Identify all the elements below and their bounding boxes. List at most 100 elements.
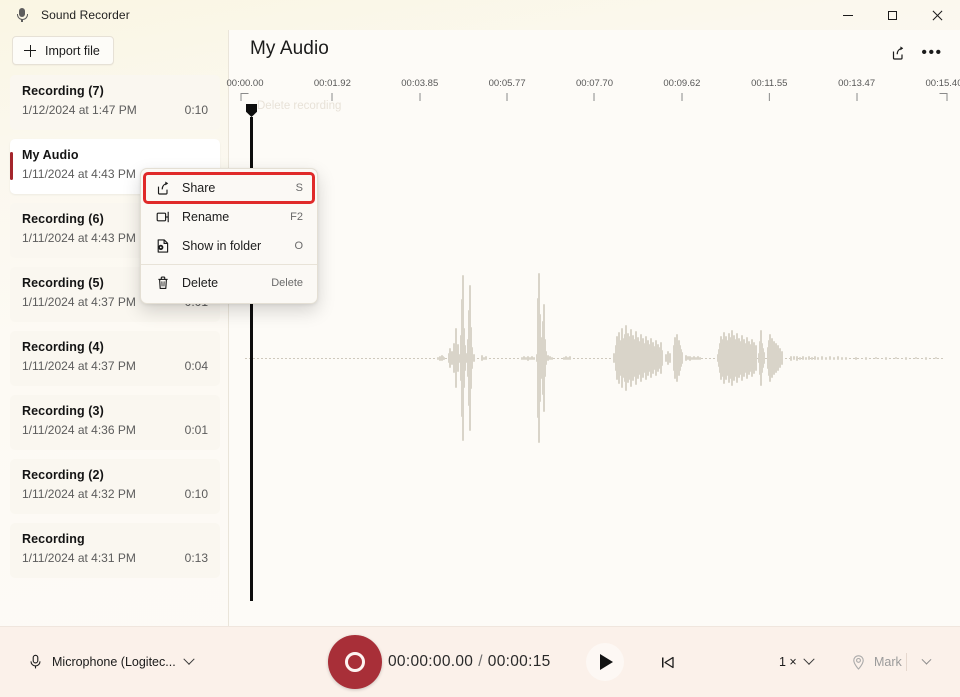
waveform-bar bbox=[793, 356, 795, 360]
share-icon bbox=[154, 180, 171, 196]
trash-icon bbox=[154, 275, 171, 291]
recording-date: 1/11/2024 at 4:32 PM bbox=[22, 487, 136, 501]
close-icon bbox=[932, 10, 943, 21]
context-menu-item-show-in-folder[interactable]: Show in folderO bbox=[145, 232, 313, 260]
waveform-bar bbox=[811, 357, 813, 360]
recording-name: Recording bbox=[22, 532, 208, 546]
transport-bar: Microphone (Logitec... 00:00:00.00 / 00:00… bbox=[0, 626, 960, 697]
recording-name: Recording (3) bbox=[22, 404, 208, 418]
playback-speed-control[interactable]: 1 × bbox=[772, 648, 820, 676]
recording-list-item[interactable]: Recording1/11/2024 at 4:31 PM0:13 bbox=[10, 523, 220, 578]
ruler-tick-label: 00:01.92 bbox=[314, 78, 351, 89]
recording-list-item[interactable]: Recording (3)1/11/2024 at 4:36 PM0:01 bbox=[10, 395, 220, 450]
recording-list-item[interactable]: Recording (2)1/11/2024 at 4:32 PM0:10 bbox=[10, 459, 220, 514]
waveform-bar bbox=[808, 356, 810, 360]
waveform-bar bbox=[841, 357, 843, 360]
context-menu-item-rename[interactable]: RenameF2 bbox=[145, 203, 313, 231]
recording-duration: 0:01 bbox=[185, 423, 208, 437]
context-menu-item-label: Rename bbox=[182, 210, 290, 224]
maximize-button[interactable] bbox=[870, 0, 915, 30]
playhead-handle[interactable] bbox=[246, 104, 257, 117]
delete-recording-tooltip: Delete recording bbox=[257, 100, 341, 112]
record-icon bbox=[345, 652, 365, 672]
current-time: 00:00:00.00 bbox=[388, 653, 473, 670]
waveform-bar bbox=[661, 350, 663, 366]
waveform-bar bbox=[895, 357, 897, 359]
waveform-bar bbox=[796, 356, 798, 361]
context-menu-item-shortcut: Delete bbox=[271, 277, 303, 289]
minimize-icon bbox=[843, 15, 853, 16]
waveform-bar bbox=[845, 357, 847, 360]
sound-recorder-window: Sound Recorder Import file Recording (7)… bbox=[0, 0, 960, 697]
context-menu-item-label: Share bbox=[182, 181, 296, 195]
page-title: My Audio bbox=[250, 38, 329, 60]
playback-speed-label: 1 × bbox=[779, 655, 797, 669]
playhead[interactable] bbox=[246, 104, 257, 117]
microphone-icon bbox=[14, 7, 30, 23]
play-icon bbox=[600, 654, 613, 670]
main-panel: My Audio ••• 00:00.0000:01.9200:03.8500:… bbox=[229, 30, 960, 626]
context-menu-item-share[interactable]: ShareS bbox=[145, 174, 313, 202]
waveform-bar bbox=[681, 352, 683, 364]
maximize-icon bbox=[888, 11, 897, 20]
waveform-bar bbox=[837, 356, 839, 360]
recording-meta: 1/11/2024 at 4:32 PM0:10 bbox=[22, 487, 208, 501]
waveform-bar bbox=[551, 357, 553, 360]
waveform-bar bbox=[885, 357, 887, 360]
context-menu-item-shortcut: O bbox=[294, 240, 303, 252]
play-button[interactable] bbox=[586, 643, 624, 681]
context-menu-item-delete[interactable]: DeleteDelete bbox=[145, 269, 313, 297]
recording-duration: 0:04 bbox=[185, 359, 208, 373]
recording-date: 1/11/2024 at 4:43 PM bbox=[22, 167, 136, 181]
microphone-selector[interactable]: Microphone (Logitec... bbox=[20, 647, 201, 677]
window-controls bbox=[825, 0, 960, 30]
waveform-bar bbox=[905, 357, 907, 360]
total-time: 00:00:15 bbox=[488, 653, 551, 670]
ruler-tick-label: 00:09.62 bbox=[663, 78, 700, 89]
recording-list-item[interactable]: Recording (4)1/11/2024 at 4:37 PM0:04 bbox=[10, 331, 220, 386]
recording-date: 1/12/2024 at 1:47 PM bbox=[22, 103, 137, 117]
waveform-bar bbox=[833, 357, 835, 360]
recording-list-item[interactable]: Recording (7)1/12/2024 at 1:47 PM0:10 bbox=[10, 75, 220, 130]
context-menu-item-shortcut: F2 bbox=[290, 211, 303, 223]
recording-context-menu[interactable]: ShareSRenameF2Show in folderODeleteDelet… bbox=[140, 168, 318, 304]
recording-duration: 0:13 bbox=[185, 551, 208, 565]
microphone-icon bbox=[28, 654, 43, 670]
import-file-button[interactable]: Import file bbox=[12, 36, 114, 65]
minimize-button[interactable] bbox=[825, 0, 870, 30]
ruler-tick: 00:09.62 bbox=[663, 78, 700, 101]
waveform-bar bbox=[781, 351, 783, 365]
skip-to-start-button[interactable] bbox=[650, 645, 684, 679]
recording-name: Recording (4) bbox=[22, 340, 208, 354]
waveform-bar bbox=[790, 356, 792, 361]
waveform-bar bbox=[825, 357, 827, 360]
ruler-tick: 00:07.70 bbox=[576, 78, 613, 101]
ruler-tick-mark bbox=[419, 93, 420, 101]
record-button[interactable] bbox=[328, 635, 382, 689]
skip-to-start-icon bbox=[659, 654, 676, 671]
share-button[interactable] bbox=[882, 38, 914, 68]
waveform-bar bbox=[865, 357, 867, 360]
header-actions: ••• bbox=[882, 38, 948, 68]
waveform[interactable] bbox=[245, 118, 945, 598]
ruler-tick-mark bbox=[507, 93, 508, 101]
context-menu-separator bbox=[141, 264, 317, 265]
map-pin-icon bbox=[850, 654, 867, 671]
waveform-bar bbox=[802, 356, 804, 360]
more-options-button[interactable]: ••• bbox=[916, 38, 948, 68]
recording-date: 1/11/2024 at 4:43 PM bbox=[22, 231, 136, 245]
ruler-tick: 00:01.92 bbox=[314, 78, 351, 101]
close-button[interactable] bbox=[915, 0, 960, 30]
time-separator: / bbox=[478, 653, 483, 670]
mark-button[interactable]: Mark bbox=[842, 647, 910, 677]
context-menu-item-label: Delete bbox=[182, 276, 271, 290]
ruler-tick: 00:13.47 bbox=[838, 78, 875, 101]
context-menu-item-label: Show in folder bbox=[182, 239, 294, 253]
mark-options-button[interactable] bbox=[912, 648, 940, 676]
ruler-tick: 00:03.85 bbox=[401, 78, 438, 101]
waveform-bar bbox=[821, 356, 823, 360]
mark-divider bbox=[906, 653, 907, 671]
ruler-tick: 00:11.55 bbox=[751, 78, 787, 101]
timeline-ruler[interactable]: 00:00.0000:01.9200:03.8500:05.7700:07.70… bbox=[245, 78, 944, 118]
waveform-bar bbox=[855, 357, 857, 360]
